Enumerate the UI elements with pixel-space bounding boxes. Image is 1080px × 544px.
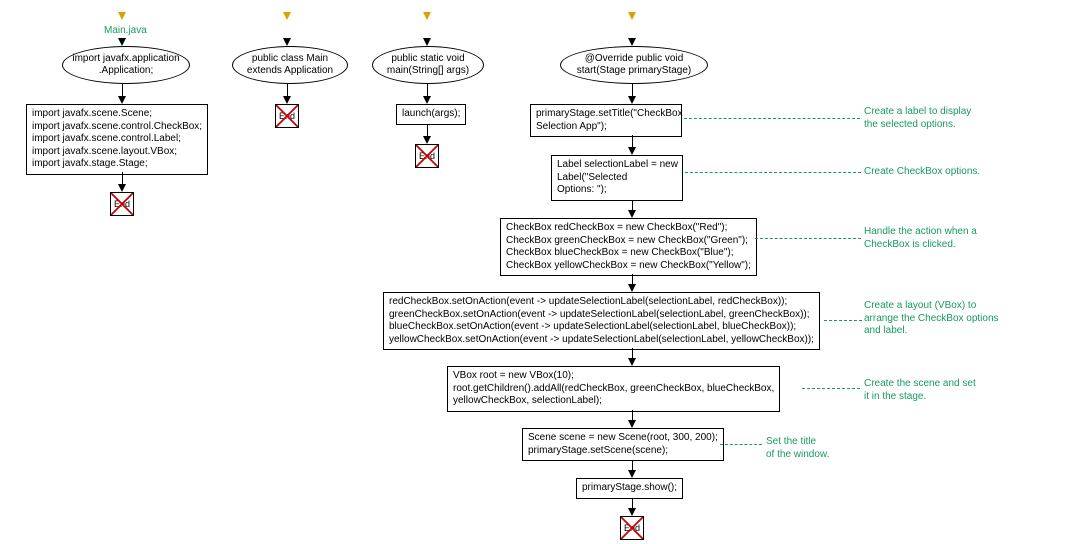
arrow-down-icon	[628, 508, 636, 516]
flow1-import-app-text: import javafx.application .Application;	[71, 53, 181, 77]
connector	[632, 274, 633, 284]
arrow-down-icon	[118, 184, 126, 192]
arrow-down-icon	[628, 96, 636, 104]
connector	[632, 348, 633, 358]
flow4-label-new: Label selectionLabel = new Label("Select…	[551, 155, 683, 201]
annotation-6: Set the title of the window.	[766, 436, 829, 461]
annotation-4: Create a layout (VBox) to arrange the Ch…	[864, 300, 999, 338]
annotation-connector	[685, 172, 861, 173]
flow1-title: Main.java	[104, 25, 147, 38]
flow3-launch: launch(args);	[396, 104, 466, 125]
entry-arrow-icon	[118, 12, 126, 20]
connector	[632, 460, 633, 470]
entry-arrow-icon	[628, 12, 636, 20]
flow2-class-main-text: public class Main extends Application	[241, 53, 339, 77]
arrow-down-icon	[283, 38, 291, 46]
arrow-down-icon	[628, 420, 636, 428]
entry-arrow-icon	[283, 12, 291, 20]
annotation-connector	[684, 118, 860, 119]
annotation-connector	[755, 238, 861, 239]
flow4-checkboxes: CheckBox redCheckBox = new CheckBox("Red…	[500, 218, 757, 276]
connector	[632, 498, 633, 508]
end-label: End	[624, 523, 640, 533]
arrow-down-icon	[628, 147, 636, 155]
flow4-vbox-root: VBox root = new VBox(10); root.getChildr…	[447, 366, 780, 412]
arrow-down-icon	[628, 284, 636, 292]
flow1-import-app: import javafx.application .Application;	[62, 46, 190, 84]
flow3-main-method-text: public static void main(String[] args)	[381, 53, 475, 77]
end-label: End	[279, 111, 295, 121]
flow3-main-method: public static void main(String[] args)	[372, 46, 484, 84]
arrow-down-icon	[423, 96, 431, 104]
annotation-connector	[720, 444, 762, 445]
arrow-down-icon	[423, 136, 431, 144]
end-node: End	[620, 516, 644, 540]
flow4-scene: Scene scene = new Scene(root, 300, 200);…	[522, 428, 724, 461]
arrow-down-icon	[628, 38, 636, 46]
flow1-imports-block: import javafx.scene.Scene; import javafx…	[26, 104, 208, 175]
arrow-down-icon	[423, 38, 431, 46]
end-label: End	[419, 151, 435, 161]
flow4-show: primaryStage.show();	[576, 478, 683, 499]
end-node: End	[415, 144, 439, 168]
end-label: End	[114, 199, 130, 209]
annotation-5: Create the scene and set it in the stage…	[864, 378, 976, 403]
connector	[122, 172, 123, 184]
connector	[287, 84, 288, 96]
annotation-connector	[824, 320, 862, 321]
connector	[632, 410, 633, 420]
flow4-start-method: @Override public void start(Stage primar…	[560, 46, 708, 84]
annotation-3: Handle the action when a CheckBox is cli…	[864, 226, 977, 251]
connector	[632, 84, 633, 96]
entry-arrow-icon	[423, 12, 431, 20]
arrow-down-icon	[628, 210, 636, 218]
flow4-settitle: primaryStage.setTitle("CheckBox Selectio…	[530, 104, 682, 137]
connector	[632, 200, 633, 210]
annotation-1: Create a label to display the selected o…	[864, 106, 971, 131]
connector	[632, 135, 633, 147]
arrow-down-icon	[628, 358, 636, 366]
connector	[427, 124, 428, 136]
arrow-down-icon	[118, 38, 126, 46]
annotation-2: Create CheckBox options.	[864, 166, 980, 179]
end-node: End	[275, 104, 299, 128]
flow4-start-method-text: @Override public void start(Stage primar…	[569, 53, 699, 77]
arrow-down-icon	[628, 470, 636, 478]
flow2-class-main: public class Main extends Application	[232, 46, 348, 84]
connector	[122, 84, 123, 96]
arrow-down-icon	[283, 96, 291, 104]
end-node: End	[110, 192, 134, 216]
arrow-down-icon	[118, 96, 126, 104]
connector	[427, 84, 428, 96]
annotation-connector	[802, 388, 860, 389]
flow4-setonaction: redCheckBox.setOnAction(event -> updateS…	[383, 292, 820, 350]
